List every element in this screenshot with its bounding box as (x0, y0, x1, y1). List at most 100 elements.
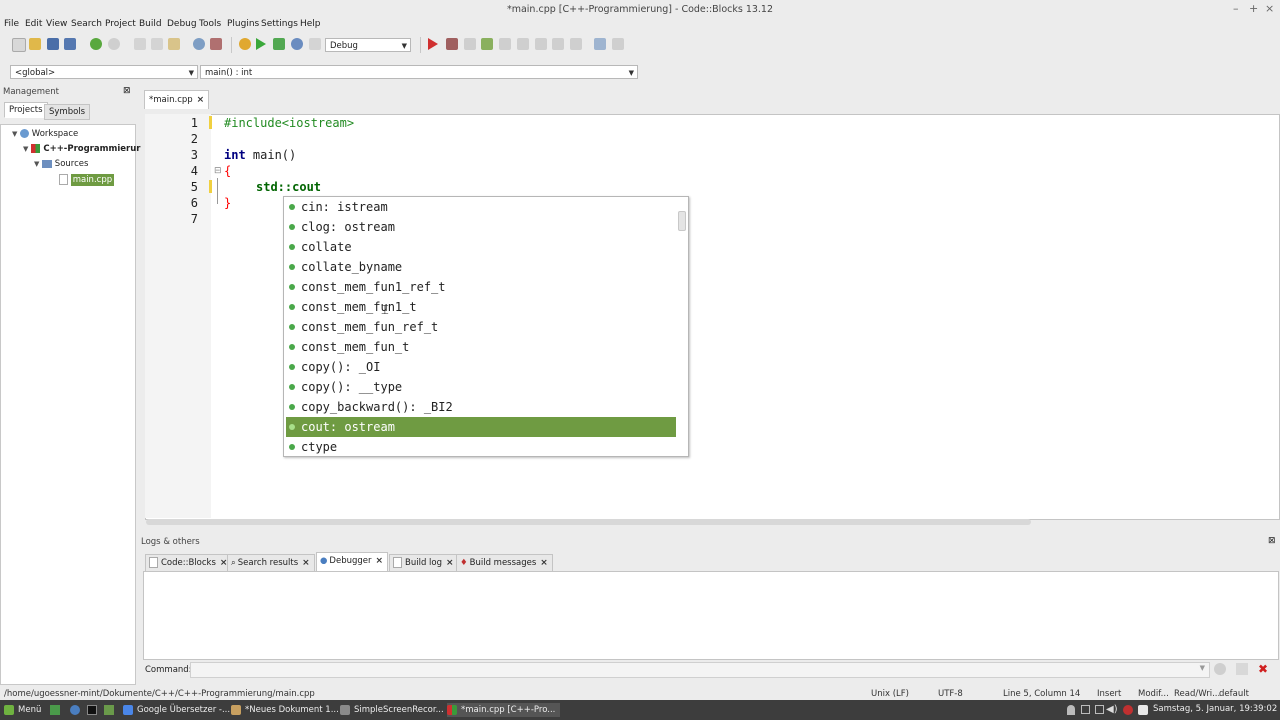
member-icon (289, 323, 295, 330)
maximize-button[interactable]: + (1249, 2, 1258, 15)
fold-icon[interactable]: ⊟ (214, 166, 222, 176)
autocomplete-item[interactable]: const_mem_fun1_ref_t (286, 277, 676, 297)
menu-view[interactable]: View (46, 19, 67, 29)
editor-tab-main-cpp[interactable]: *main.cpp × (144, 90, 210, 109)
rebuild-icon[interactable] (291, 38, 303, 50)
start-menu-button[interactable]: Menü (4, 703, 41, 717)
autocomplete-scrollbar[interactable] (678, 211, 686, 231)
save-all-icon[interactable] (64, 38, 76, 50)
autocomplete-item[interactable]: copy(): __type (286, 377, 676, 397)
debugger-output[interactable] (143, 571, 1279, 660)
codeblocks-icon (149, 557, 158, 568)
autocomplete-item[interactable]: cin: istream (286, 197, 676, 217)
task-google-translate[interactable]: Google Übersetzer -... (123, 703, 230, 717)
shield-icon[interactable] (1138, 705, 1148, 715)
record-icon[interactable] (1123, 705, 1133, 715)
autocomplete-item-selected[interactable]: cout: ostream (286, 417, 676, 437)
menu-debug[interactable]: Debug (167, 19, 197, 29)
next-line-icon[interactable] (464, 38, 476, 50)
line-number: 5 (190, 180, 198, 194)
autocomplete-item[interactable]: const_mem_fun_t (286, 337, 676, 357)
copy-icon[interactable] (151, 38, 163, 50)
autocomplete-item[interactable]: collate (286, 237, 676, 257)
menu-help[interactable]: Help (300, 19, 321, 29)
menu-settings[interactable]: Settings (261, 19, 298, 29)
build-gear-icon[interactable] (239, 38, 251, 50)
close-panel-icon[interactable]: ⊠ (1268, 536, 1276, 546)
step-instruction-icon[interactable] (535, 38, 547, 50)
autocomplete-item[interactable]: const_mem_fun1_t (286, 297, 676, 317)
next-instruction-icon[interactable] (517, 38, 529, 50)
chevron-down-icon: ▼ (188, 69, 194, 77)
replace-icon[interactable] (210, 38, 222, 50)
paste-icon[interactable] (168, 38, 180, 50)
scope-select[interactable]: <global> ▼ (10, 65, 198, 79)
open-file-icon[interactable] (29, 38, 41, 50)
tree-item-sources[interactable]: ▼ Sources (34, 159, 88, 169)
network-icon[interactable] (1081, 705, 1090, 714)
clipboard-icon[interactable] (1095, 705, 1104, 714)
find-icon[interactable] (193, 38, 205, 50)
menu-file[interactable]: File (4, 19, 19, 29)
close-panel-icon[interactable]: ⊠ (123, 86, 131, 96)
tab-debugger[interactable]: ● Debugger × (316, 552, 389, 572)
break-icon[interactable] (552, 38, 564, 50)
menu-edit[interactable]: Edit (25, 19, 42, 29)
autocomplete-item[interactable]: clog: ostream (286, 217, 676, 237)
autocomplete-item[interactable]: collate_byname (286, 257, 676, 277)
menu-project[interactable]: Project (105, 19, 136, 29)
menu-search[interactable]: Search (71, 19, 102, 29)
menu-plugins[interactable]: Plugins (227, 19, 259, 29)
task-screen-recorder[interactable]: SimpleScreenRecor... (340, 703, 444, 717)
undo-icon[interactable] (90, 38, 102, 50)
volume-icon[interactable]: ◀) (1106, 704, 1118, 715)
cut-icon[interactable] (134, 38, 146, 50)
debug-windows-icon[interactable] (594, 38, 606, 50)
task-codeblocks[interactable]: *main.cpp [C++-Pro... (447, 703, 560, 717)
redo-icon[interactable] (108, 38, 120, 50)
autocomplete-item[interactable]: copy_backward(): _BI2 (286, 397, 676, 417)
terminal-icon[interactable] (87, 705, 97, 715)
run-to-cursor-icon[interactable] (446, 38, 458, 50)
new-file-icon[interactable] (12, 38, 26, 52)
build-and-run-icon[interactable] (273, 38, 285, 50)
save-icon[interactable] (47, 38, 59, 50)
clear-icon[interactable] (1236, 663, 1248, 675)
tab-search-results[interactable]: ⌕ Search results × (227, 554, 315, 572)
function-select[interactable]: main() : int ▼ (200, 65, 638, 79)
gear-icon[interactable] (1214, 663, 1226, 675)
tab-codeblocks-log[interactable]: Code::Blocks × (145, 554, 233, 572)
clock[interactable]: Samstag, 5. Januar, 19:39:02 (1153, 704, 1277, 714)
command-input[interactable]: ▼ (190, 662, 1210, 678)
tab-build-messages[interactable]: ♦ Build messages × (456, 554, 553, 572)
tab-projects[interactable]: Projects (4, 102, 48, 118)
show-desktop-icon[interactable] (50, 705, 60, 715)
close-button[interactable]: × (1265, 2, 1274, 15)
stop-icon[interactable]: ✖ (1258, 662, 1268, 676)
tree-item-project[interactable]: ▼ C++-Programmierur (23, 144, 140, 154)
debug-info-icon[interactable] (612, 38, 624, 50)
autocomplete-item[interactable]: const_mem_fun_ref_t (286, 317, 676, 337)
debug-continue-icon[interactable] (428, 38, 438, 50)
run-icon[interactable] (256, 38, 266, 50)
step-into-icon[interactable] (481, 38, 493, 50)
files-icon[interactable] (104, 705, 114, 715)
user-icon[interactable] (1067, 705, 1075, 715)
editor-horizontal-scrollbar[interactable] (146, 519, 1031, 525)
close-tab-icon[interactable]: × (197, 95, 205, 105)
tab-symbols[interactable]: Symbols (44, 104, 91, 120)
minimize-button[interactable]: – (1233, 2, 1239, 15)
tree-item-workspace[interactable]: ▼ Workspace (12, 129, 78, 139)
step-out-icon[interactable] (499, 38, 511, 50)
autocomplete-item[interactable]: copy(): _OI (286, 357, 676, 377)
task-text-editor[interactable]: *Neues Dokument 1... (231, 703, 339, 717)
autocomplete-item[interactable]: ctype (286, 437, 676, 457)
menu-tools[interactable]: Tools (199, 19, 221, 29)
tree-item-main-cpp[interactable]: main.cpp (59, 174, 115, 186)
tab-build-log[interactable]: Build log × (389, 554, 459, 572)
build-target-select[interactable]: Debug ▼ (325, 38, 411, 52)
browser-icon[interactable] (70, 705, 80, 715)
stop-debugger-icon[interactable] (570, 38, 582, 50)
menu-build[interactable]: Build (139, 19, 162, 29)
abort-icon[interactable] (309, 38, 321, 50)
